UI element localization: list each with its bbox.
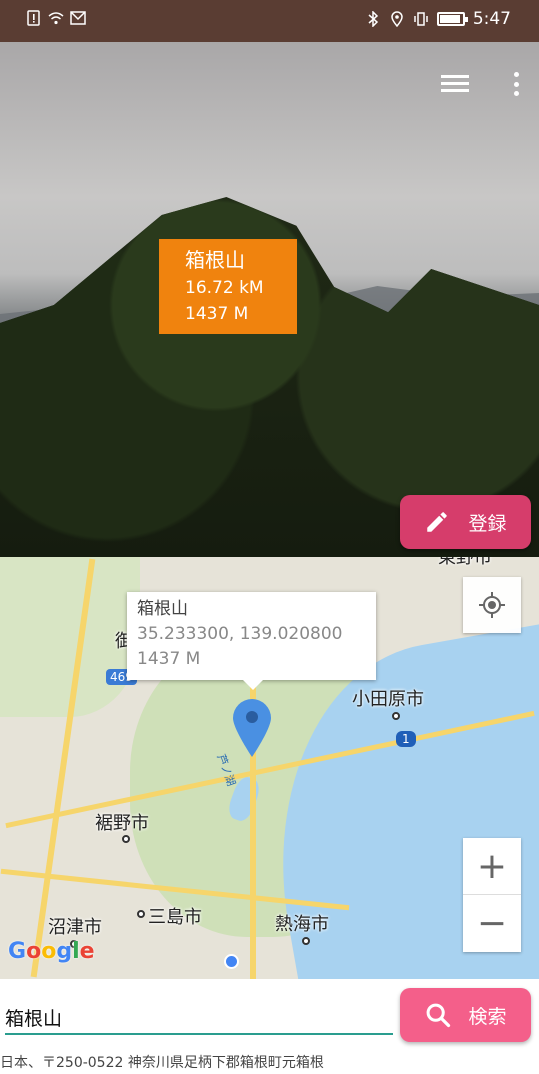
route-shield-1: 1 (396, 731, 416, 747)
search-input[interactable] (5, 1001, 393, 1035)
map-view[interactable]: 小田原市 裾野市 沼津市 三島市 熱海市 東野市 御 469 1 芦ノ湖 箱根山… (0, 557, 539, 979)
map-city-dot (122, 835, 130, 843)
map-label-susono: 裾野市 (95, 813, 149, 834)
map-label-atami: 熱海市 (275, 914, 329, 935)
alert-icon (27, 10, 40, 26)
search-area: 検索 日本、〒250-0522 神奈川県足柄下郡箱根町元箱根 (0, 979, 539, 1074)
status-time: 5:47 (472, 9, 511, 29)
google-logo: Google (8, 939, 95, 964)
bluetooth-icon (368, 11, 378, 27)
map-label-mishima: 三島市 (148, 907, 202, 928)
info-coords: 35.233300, 139.020800 (137, 624, 343, 644)
map-city-dot (137, 910, 145, 918)
status-bar: 5:47 (0, 0, 539, 42)
search-button[interactable]: 検索 (400, 988, 531, 1042)
my-location-button[interactable] (463, 577, 521, 633)
wifi-icon (48, 12, 64, 25)
map-label-numazu: 沼津市 (48, 917, 102, 938)
poi-name: 箱根山 (185, 248, 245, 272)
location-icon (391, 11, 403, 27)
map-city-dot (392, 712, 400, 720)
info-title: 箱根山 (137, 599, 188, 619)
crosshair-icon (479, 592, 505, 618)
poi-label[interactable]: 箱根山 16.72 kM 1437 M (159, 239, 297, 334)
poi-distance: 16.72 kM (185, 278, 264, 298)
more-options-icon[interactable] (513, 72, 519, 96)
vibrate-icon (414, 12, 428, 26)
map-label-odawara: 小田原市 (352, 689, 424, 710)
pencil-icon (427, 512, 448, 532)
register-button[interactable]: 登録 (400, 495, 531, 549)
search-icon (427, 1003, 451, 1028)
battery-icon (436, 12, 468, 26)
mail-icon (70, 11, 86, 25)
map-city-dot (302, 937, 310, 945)
list-icon[interactable] (441, 75, 469, 93)
zoom-controls: + − (463, 838, 521, 952)
map-info-window[interactable]: 箱根山 35.233300, 139.020800 1437 M (127, 592, 376, 690)
zoom-in-button[interactable]: + (463, 838, 521, 895)
map-label-top: 東野市 (438, 557, 492, 568)
search-button-label: 検索 (468, 1005, 507, 1028)
poi-altitude: 1437 M (185, 304, 249, 324)
register-button-label: 登録 (468, 512, 507, 535)
camera-view[interactable]: 箱根山 16.72 kM 1437 M 登録 (0, 42, 539, 557)
address-text: 日本、〒250-0522 神奈川県足柄下郡箱根町元箱根 (0, 1055, 324, 1071)
info-altitude: 1437 M (137, 649, 201, 669)
zoom-out-button[interactable]: − (463, 895, 521, 952)
map-marker-icon[interactable] (233, 699, 271, 757)
current-location-dot (224, 954, 239, 969)
